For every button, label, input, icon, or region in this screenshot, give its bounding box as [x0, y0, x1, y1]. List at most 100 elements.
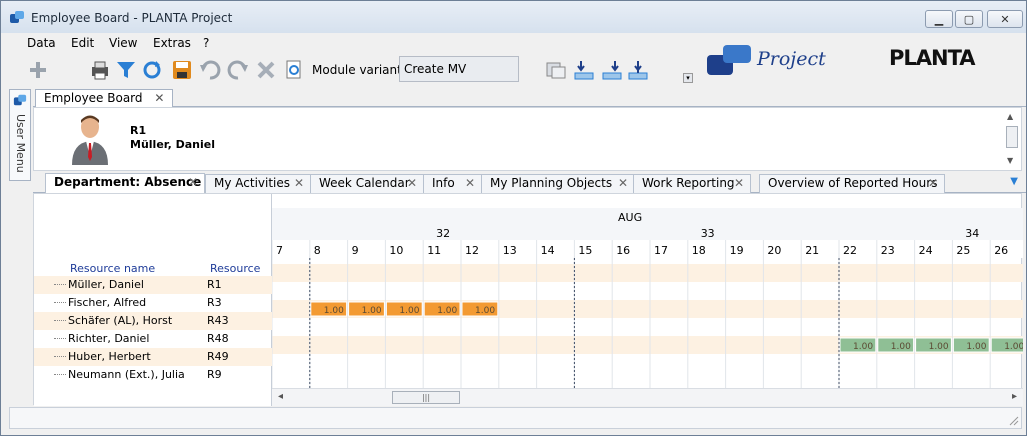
day-label: 16 [616, 244, 630, 257]
main-content: Resource name Resource Müller, Daniel R1 … [33, 193, 1023, 406]
table-row[interactable]: Fischer, Alfred R3 [34, 294, 272, 312]
row-id: R48 [207, 332, 229, 345]
insert-below-icon[interactable] [573, 59, 595, 81]
planta-small-icon [13, 94, 27, 106]
day-label: 8 [314, 244, 321, 257]
tab-label: Department: Absence [54, 175, 202, 189]
tab-employee-board[interactable]: Employee Board ✕ [35, 89, 174, 108]
day-label: 26 [994, 244, 1008, 257]
toolbar-overflow-icon[interactable]: ▾ [683, 73, 693, 83]
module-variant-label: Module variant: [312, 63, 406, 77]
tab-close-icon[interactable]: ✕ [928, 175, 938, 192]
print-icon[interactable] [89, 59, 111, 81]
row-name: Fischer, Alfred [68, 296, 147, 309]
copy-window-icon[interactable] [545, 59, 567, 81]
day-label: 23 [881, 244, 895, 257]
undo-icon[interactable] [199, 59, 221, 81]
module-variant-field[interactable]: Create MV [399, 56, 519, 82]
menu-help[interactable]: ? [203, 36, 209, 50]
scroll-right-icon[interactable]: ▸ [1012, 391, 1017, 402]
tab-overview-reported-hours[interactable]: Overview of Reported Hours ✕ [759, 174, 945, 193]
allocation-value: 1.00 [437, 306, 457, 316]
tab-work-reporting[interactable]: Work Reporting ✕ [633, 174, 751, 193]
save-icon[interactable] [171, 59, 193, 81]
user-menu-tab[interactable]: User Menu [9, 89, 31, 181]
row-name: Neumann (Ext.), Julia [68, 368, 185, 381]
tab-department-absence[interactable]: Department: Absence ✕ [45, 173, 205, 194]
menu-view[interactable]: View [109, 36, 137, 50]
tab-info[interactable]: Info ✕ [423, 174, 482, 193]
week-label: 34 [965, 227, 979, 240]
day-label: 10 [389, 244, 403, 257]
add-icon[interactable] [27, 59, 49, 81]
gantt-grid: AUG 32 33 34 7 8 9 10 11 12 13 14 15 16 17 18 19 20 21 22 23… [272, 194, 1023, 406]
tab-my-planning-objects[interactable]: My Planning Objects ✕ [481, 174, 635, 193]
menu-extras[interactable]: Extras [153, 36, 191, 50]
tab-close-icon[interactable]: ✕ [294, 175, 304, 192]
table-row[interactable]: Neumann (Ext.), Julia R9 [34, 366, 272, 384]
day-label: 19 [730, 244, 744, 257]
day-label: 7 [276, 244, 283, 257]
row-id: R49 [207, 350, 229, 363]
tab-close-icon[interactable]: ✕ [188, 174, 198, 191]
tab-close-icon[interactable]: ✕ [734, 175, 744, 192]
logo-project-text: Project [757, 48, 826, 70]
table-row[interactable]: Huber, Herbert R49 [34, 348, 272, 366]
delete-icon[interactable] [255, 59, 277, 81]
horizontal-scrollbar[interactable]: ◂ ||| ▸ [272, 388, 1023, 406]
preview-icon[interactable] [283, 59, 305, 81]
row-name: Richter, Daniel [68, 332, 150, 345]
user-menu-label: User Menu [14, 114, 27, 173]
scroll-thumb[interactable] [1006, 126, 1018, 148]
insert-sub-icon[interactable] [601, 59, 623, 81]
table-row[interactable]: Schäfer (AL), Horst R43 [34, 312, 272, 330]
day-label: 14 [541, 244, 555, 257]
scroll-left-icon[interactable]: ◂ [278, 391, 283, 402]
scroll-thumb[interactable]: ||| [392, 391, 460, 404]
day-label: 9 [352, 244, 359, 257]
title-bar: Employee Board - PLANTA Project ▁ ▢ ✕ [1, 1, 1026, 33]
tab-label: Work Reporting [642, 176, 735, 190]
tab-close-icon[interactable]: ✕ [154, 91, 164, 105]
column-header-resource[interactable]: Resource [210, 262, 260, 275]
allocation-value: 1.00 [929, 342, 949, 352]
allocation-value: 1.00 [362, 306, 382, 316]
resource-list: Resource name Resource Müller, Daniel R1 … [34, 194, 272, 406]
tab-label: My Planning Objects [490, 176, 613, 190]
allocation-value: 1.00 [1004, 342, 1023, 352]
allocation-value: 1.00 [891, 342, 911, 352]
tab-close-icon[interactable]: ✕ [465, 175, 475, 192]
refresh-icon[interactable] [141, 59, 163, 81]
filter-icon[interactable] [115, 59, 137, 81]
redo-icon[interactable] [227, 59, 249, 81]
tab-close-icon[interactable]: ✕ [407, 175, 417, 192]
close-button[interactable]: ✕ [987, 10, 1023, 28]
menu-edit[interactable]: Edit [71, 36, 94, 50]
scroll-up-icon[interactable]: ▲ [1007, 112, 1013, 121]
status-bar [9, 407, 1022, 429]
day-label: 12 [465, 244, 479, 257]
resize-grip-icon[interactable] [1009, 416, 1019, 426]
maximize-button[interactable]: ▢ [955, 10, 983, 28]
row-id: R43 [207, 314, 229, 327]
tab-week-calendar[interactable]: Week Calendar ✕ [310, 174, 424, 193]
tab-close-icon[interactable]: ✕ [618, 175, 628, 192]
header-scrollbar[interactable]: ▲ ▼ [1005, 110, 1019, 168]
tab-list-dropdown-icon[interactable]: ▼ [1010, 176, 1018, 187]
allocation-value: 1.00 [966, 342, 986, 352]
day-label: 24 [919, 244, 933, 257]
planta-app-icon [10, 11, 24, 23]
gantt-svg: AUG 32 33 34 7 8 9 10 11 12 13 14 15 16 17 18 19 20 21 22 23… [272, 208, 1023, 388]
minimize-button[interactable]: ▁ [925, 10, 953, 28]
table-row[interactable]: Richter, Daniel R48 [34, 330, 272, 348]
day-label: 20 [767, 244, 781, 257]
module-tab-strip: Employee Board ✕ [33, 87, 1026, 108]
scroll-down-icon[interactable]: ▼ [1007, 156, 1013, 165]
tab-my-activities[interactable]: My Activities ✕ [205, 174, 311, 193]
month-label: AUG [618, 211, 642, 224]
menu-data[interactable]: Data [27, 36, 56, 50]
column-header-resource-name[interactable]: Resource name [70, 262, 155, 275]
day-label: 13 [503, 244, 517, 257]
insert-middle-icon[interactable] [627, 59, 649, 81]
table-row[interactable]: Müller, Daniel R1 [34, 276, 272, 294]
